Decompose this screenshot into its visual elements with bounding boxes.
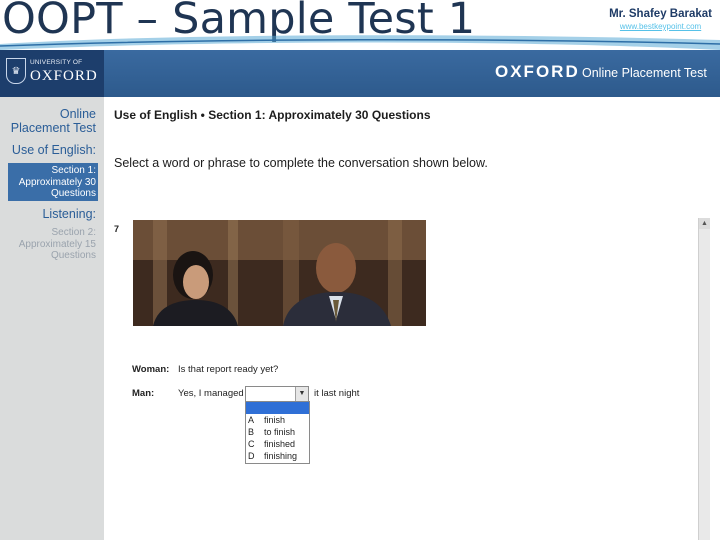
conversation-photo (133, 220, 426, 326)
sidebar-section1-line3: Questions (50, 188, 96, 199)
option-text: finished (264, 439, 296, 449)
list-item-option-c[interactable]: Cfinished (246, 438, 309, 450)
question-number: 7 (114, 224, 120, 234)
option-letter: D (248, 451, 255, 461)
sidebar-heading-use-of-english: Use of English: (11, 143, 96, 157)
sidebar-item-section1[interactable]: Section 1: Approximately 30 Questions (19, 165, 96, 200)
answer-options-list[interactable]: Afinish Bto finish Cfinished Dfinishing (245, 401, 310, 464)
oxford-brand-logo: OXFORD (495, 62, 580, 81)
option-letter: A (248, 415, 255, 425)
option-text: finishing (264, 451, 298, 461)
product-title: Online Placement Test (582, 66, 707, 80)
vertical-scrollbar[interactable]: ▲ (698, 218, 710, 540)
option-text: finish (264, 415, 286, 425)
sidebar: Online Placement Test Use of English: Se… (0, 97, 104, 540)
author-name: Mr. Shafey Barakat (609, 8, 712, 20)
man-line-after: it last night (314, 388, 360, 399)
list-item-blank-selected[interactable] (246, 402, 309, 414)
sidebar-heading-listening: Listening: (42, 207, 96, 221)
sidebar-item-section2[interactable]: Section 2: Approximately 15 Questions (19, 227, 96, 262)
list-item-option-d[interactable]: Dfinishing (246, 450, 309, 462)
sidebar-title: Online Placement Test (11, 107, 96, 136)
woman-line: Is that report ready yet? (178, 364, 279, 375)
option-letter: B (248, 427, 255, 437)
oxford-crest-icon: ♛ (6, 58, 26, 84)
man-line-before: Yes, I managed (178, 388, 244, 399)
man-label: Man: (132, 388, 155, 399)
sidebar-section1-line2: Approximately 30 (18, 176, 96, 188)
list-item-option-b[interactable]: Bto finish (246, 426, 309, 438)
option-text: to finish (264, 427, 296, 437)
dropdown-arrow-icon[interactable]: ▼ (295, 387, 308, 401)
section-heading: Use of English • Section 1: Approximatel… (114, 108, 431, 122)
header-bar: ♛ UNIVERSITY OF OXFORD OXFORD Online Pla… (0, 50, 720, 97)
sidebar-section2-line1: Section 2: (51, 227, 96, 238)
test-screenshot: ♛ UNIVERSITY OF OXFORD OXFORD Online Pla… (0, 50, 720, 540)
sidebar-title-line1: Online (59, 107, 96, 121)
sidebar-section2-line2: Approximately 15 (18, 238, 96, 250)
sidebar-title-line2: Placement Test (10, 121, 96, 136)
author-block: Mr. Shafey Barakat www.bestkeypoint.com (609, 8, 712, 31)
university-logo: ♛ UNIVERSITY OF OXFORD (0, 50, 104, 97)
answer-dropdown[interactable]: ▼ (245, 386, 309, 402)
woman-label: Woman: (132, 364, 170, 375)
title-swoosh-decoration (0, 35, 720, 50)
question-instruction: Select a word or phrase to complete the … (114, 156, 488, 170)
sidebar-section2-line3: Questions (50, 250, 96, 261)
university-name: OXFORD (30, 68, 98, 84)
university-small-label: UNIVERSITY OF (30, 59, 83, 66)
scroll-up-icon[interactable]: ▲ (699, 218, 710, 229)
option-letter: C (248, 439, 255, 449)
list-item-option-a[interactable]: Afinish (246, 414, 309, 426)
sidebar-section1-line1: Section 1: (51, 165, 96, 176)
